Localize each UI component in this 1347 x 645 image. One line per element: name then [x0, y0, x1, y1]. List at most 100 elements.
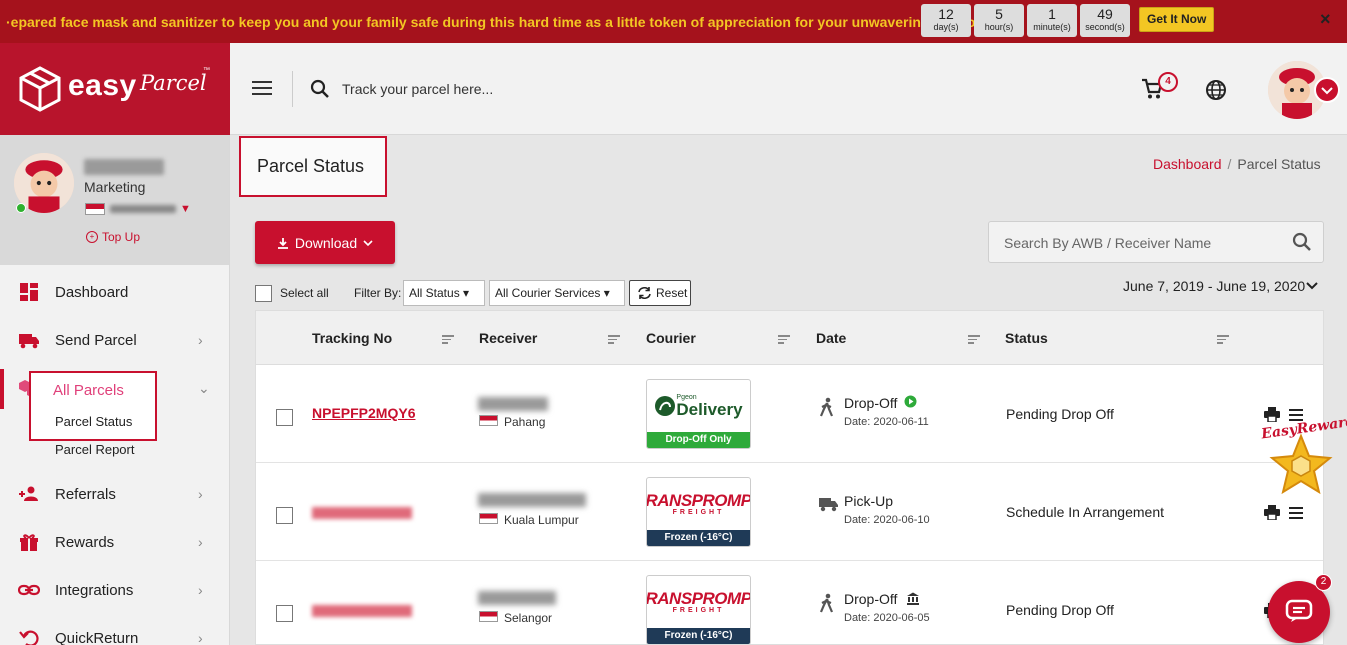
chevron-right-icon: › — [198, 630, 203, 645]
row-checkbox[interactable] — [276, 409, 293, 426]
receiver-state: Pahang — [504, 415, 546, 429]
tracking-number-link[interactable]: NPEPFP2MQY6 — [312, 405, 415, 421]
tracking-number-redacted[interactable] — [312, 605, 412, 617]
top-up-link[interactable]: + Top Up — [86, 230, 140, 244]
chevron-right-icon: › — [198, 582, 203, 598]
gift-icon — [20, 534, 38, 551]
malaysia-flag-icon — [479, 611, 498, 622]
brand-name-parcel: Parcel — [140, 71, 207, 95]
courier-filter-select[interactable]: All Courier Services ▾ — [489, 280, 625, 306]
sort-icon[interactable] — [968, 335, 980, 346]
sidebar-item-label: Dashboard — [55, 283, 129, 301]
receiver-state: Kuala Lumpur — [504, 513, 579, 527]
sidebar-item-label: Send Parcel — [55, 331, 137, 349]
malaysia-flag-icon — [479, 415, 498, 426]
courier-card: TRANSPROMPT FREIGHT Frozen (-16°C) — [646, 477, 751, 547]
column-header-date[interactable]: Date — [816, 330, 846, 346]
pgeon-delivery-logo: Pgeon Delivery — [647, 380, 750, 432]
print-icon[interactable] — [1264, 505, 1280, 520]
search-icon[interactable] — [1292, 232, 1312, 252]
row-checkbox[interactable] — [276, 507, 293, 524]
sidebar-item-quickreturn[interactable]: QuickReturn › — [0, 615, 229, 645]
get-it-now-button[interactable]: Get It Now — [1139, 7, 1215, 32]
header-divider — [292, 71, 293, 107]
brand-name-easy: easy — [68, 69, 137, 102]
sort-icon[interactable] — [778, 335, 790, 346]
chat-bubble-icon — [1285, 599, 1313, 622]
breadcrumb-separator: / — [1227, 156, 1232, 172]
breadcrumb-dashboard-link[interactable]: Dashboard — [1153, 156, 1222, 172]
awb-search-input[interactable] — [1004, 232, 1284, 254]
sidebar-subitem-parcel-report[interactable]: Parcel Report — [55, 442, 134, 457]
receiver-name-redacted — [478, 493, 586, 507]
download-icon — [277, 237, 288, 249]
status-text: Pending Drop Off — [1006, 602, 1114, 618]
top-header: 4 — [230, 43, 1347, 135]
status-text: Schedule In Arrangement — [1006, 504, 1164, 520]
caret-down-icon: ▾ — [603, 286, 610, 300]
menu-icon[interactable] — [252, 81, 272, 97]
courier-service-tag: Frozen (-16°C) — [647, 530, 750, 546]
sort-icon[interactable] — [1217, 335, 1229, 346]
row-checkbox[interactable] — [276, 605, 293, 622]
date-value: Date: 2020-06-05 — [844, 612, 930, 624]
tracking-number-redacted[interactable] — [312, 507, 412, 519]
caret-down-icon: ▾ — [463, 286, 470, 300]
courier-service-tag: Drop-Off Only — [647, 432, 750, 448]
sort-icon[interactable] — [608, 335, 620, 346]
sidebar-item-rewards[interactable]: Rewards › — [0, 519, 229, 565]
chevron-down-icon[interactable] — [1305, 280, 1319, 292]
select-all-checkbox[interactable] — [255, 285, 272, 302]
sidebar-subitem-parcel-status[interactable]: Parcel Status — [55, 414, 132, 429]
chevron-down-icon — [363, 239, 373, 246]
trademark: ™ — [203, 67, 210, 74]
walking-person-icon — [819, 593, 834, 613]
courier-card: TRANSPROMPT FREIGHT Frozen (-16°C) — [646, 575, 751, 644]
chevron-down-icon[interactable] — [1314, 77, 1340, 103]
chat-unread-badge: 2 — [1315, 574, 1332, 591]
malaysia-flag-icon — [85, 203, 105, 215]
chevron-down-icon[interactable]: ▼ — [180, 203, 191, 215]
profile-role: Marketing — [84, 179, 146, 195]
online-status-dot — [16, 203, 26, 213]
date-range-picker[interactable]: June 7, 2019 - June 19, 2020 — [1123, 278, 1305, 294]
top-up-label: Top Up — [102, 230, 141, 244]
sidebar-item-label: Referrals — [55, 485, 116, 503]
reset-button[interactable]: Reset — [629, 280, 691, 306]
track-parcel-input[interactable] — [342, 76, 642, 102]
close-icon[interactable]: × — [1320, 9, 1331, 30]
column-header-courier[interactable]: Courier — [646, 330, 696, 346]
refresh-icon — [638, 286, 651, 300]
status-filter-select[interactable]: All Status ▾ — [403, 280, 485, 306]
brand-logo[interactable]: easy Parcel ™ — [0, 43, 230, 135]
date-value: Date: 2020-06-11 — [844, 416, 929, 428]
receiver-state: Selangor — [504, 611, 553, 625]
sidebar-item-label: Rewards — [55, 533, 115, 551]
download-button[interactable]: Download — [255, 221, 395, 264]
profile-panel: Marketing ▼ + Top Up — [0, 135, 229, 265]
cube-logo-icon — [19, 66, 61, 112]
chevron-right-icon: › — [198, 486, 203, 502]
chevron-right-icon: › — [198, 332, 203, 348]
receiver-name-redacted — [478, 397, 548, 411]
column-header-tracking[interactable]: Tracking No — [312, 330, 392, 346]
pgeon-logo-icon — [655, 396, 676, 416]
sidebar-item-dashboard[interactable]: Dashboard — [0, 269, 229, 315]
sidebar-item-integrations[interactable]: Integrations › — [0, 567, 229, 613]
truck-icon — [19, 334, 39, 349]
date-type-label: Pick-Up — [844, 493, 894, 509]
sidebar-item-send-parcel[interactable]: Send Parcel › — [0, 317, 229, 363]
bank-icon[interactable] — [906, 592, 920, 605]
malaysia-flag-icon — [479, 513, 498, 524]
play-badge-icon[interactable] — [904, 395, 917, 408]
awb-search-box — [988, 221, 1324, 263]
sort-icon[interactable] — [442, 335, 454, 346]
table-row: Selangor TRANSPROMPT FREIGHT Frozen (-16… — [256, 561, 1323, 644]
date-type-label: Drop-Off — [844, 591, 898, 607]
sidebar-item-referrals[interactable]: Referrals › — [0, 471, 229, 517]
sidebar-item-all-parcels-label[interactable]: All Parcels — [53, 382, 124, 399]
language-globe-icon[interactable] — [1205, 79, 1227, 101]
column-header-receiver[interactable]: Receiver — [479, 330, 537, 346]
column-header-status[interactable]: Status — [1005, 330, 1048, 346]
row-menu-icon[interactable] — [1289, 507, 1303, 522]
